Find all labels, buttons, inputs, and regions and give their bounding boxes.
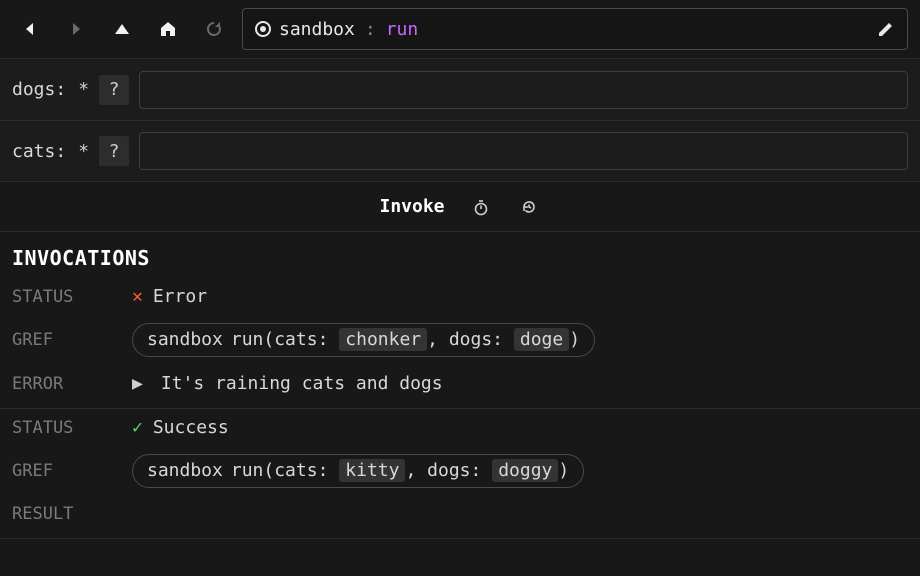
gref-arg-name: cats bbox=[274, 329, 317, 350]
gref-func: run bbox=[231, 460, 264, 481]
param-input-cats[interactable] bbox=[139, 132, 908, 170]
gref-func: run bbox=[231, 329, 264, 350]
forward-icon bbox=[69, 22, 83, 36]
refresh-icon bbox=[205, 20, 223, 38]
gref-pill[interactable]: sandbox run(cats: kitty, dogs: doggy) bbox=[132, 454, 584, 488]
status-text: Success bbox=[153, 417, 229, 438]
invoke-bar: Invoke bbox=[0, 182, 920, 232]
required-marker: * bbox=[78, 141, 89, 162]
address-command: run bbox=[386, 19, 419, 40]
gref-arg-name: cats bbox=[274, 460, 317, 481]
param-input-dogs[interactable] bbox=[139, 71, 908, 109]
gref-arg-value: doge bbox=[514, 328, 569, 351]
param-row-dogs: dogs: * ? bbox=[0, 58, 920, 120]
home-button[interactable] bbox=[150, 11, 186, 47]
address-namespace: sandbox bbox=[279, 19, 355, 40]
invocation-item: STATUS ✓ Success GREF sandbox run(cats: … bbox=[0, 409, 920, 539]
param-label: cats: bbox=[12, 141, 66, 162]
invocations-title: INVOCATIONS bbox=[0, 232, 920, 278]
required-marker: * bbox=[78, 79, 89, 100]
error-icon: ✕ bbox=[132, 286, 143, 307]
status-row: STATUS ✕ Error bbox=[0, 278, 920, 315]
gref-arg-value: chonker bbox=[339, 328, 427, 351]
detail-label: RESULT bbox=[12, 504, 124, 524]
error-text: It's raining cats and dogs bbox=[161, 373, 443, 394]
gref-arg-value: kitty bbox=[339, 459, 405, 482]
history-icon bbox=[520, 198, 538, 216]
param-label: dogs: bbox=[12, 79, 66, 100]
address-sep: : bbox=[365, 19, 376, 40]
gref-arg-value: doggy bbox=[492, 459, 558, 482]
gref-row: GREF sandbox run(cats: chonker, dogs: do… bbox=[0, 315, 920, 365]
status-label: STATUS bbox=[12, 418, 124, 438]
gref-namespace: sandbox bbox=[147, 329, 223, 350]
history-button[interactable] bbox=[517, 195, 541, 219]
help-button[interactable]: ? bbox=[99, 75, 129, 105]
status-label: STATUS bbox=[12, 287, 124, 307]
gref-arg-name: dogs bbox=[427, 460, 470, 481]
gref-label: GREF bbox=[12, 461, 124, 481]
invocation-item: STATUS ✕ Error GREF sandbox run(cats: ch… bbox=[0, 278, 920, 409]
help-button[interactable]: ? bbox=[99, 136, 129, 166]
target-icon bbox=[255, 21, 271, 37]
stopwatch-icon bbox=[472, 198, 490, 216]
result-row: RESULT bbox=[0, 496, 920, 532]
expand-toggle[interactable]: ▶ bbox=[132, 373, 143, 394]
gref-pill[interactable]: sandbox run(cats: chonker, dogs: doge) bbox=[132, 323, 595, 357]
error-row: ERROR ▶ It's raining cats and dogs bbox=[0, 365, 920, 402]
status-text: Error bbox=[153, 286, 207, 307]
status-row: STATUS ✓ Success bbox=[0, 409, 920, 446]
toolbar: sandbox : run bbox=[0, 0, 920, 58]
address-bar[interactable]: sandbox : run bbox=[242, 8, 908, 50]
gref-row: GREF sandbox run(cats: kitty, dogs: dogg… bbox=[0, 446, 920, 496]
param-row-cats: cats: * ? bbox=[0, 120, 920, 182]
forward-button[interactable] bbox=[58, 11, 94, 47]
gref-label: GREF bbox=[12, 330, 124, 350]
invoke-button[interactable]: Invoke bbox=[379, 196, 444, 217]
edit-button[interactable] bbox=[877, 20, 895, 38]
success-icon: ✓ bbox=[132, 417, 143, 438]
home-icon bbox=[159, 20, 177, 38]
params: dogs: * ? cats: * ? bbox=[0, 58, 920, 182]
detail-label: ERROR bbox=[12, 374, 124, 394]
up-button[interactable] bbox=[104, 11, 140, 47]
refresh-button[interactable] bbox=[196, 11, 232, 47]
pencil-icon bbox=[877, 20, 895, 38]
back-icon bbox=[23, 22, 37, 36]
gref-arg-name: dogs bbox=[449, 329, 492, 350]
gref-namespace: sandbox bbox=[147, 460, 223, 481]
back-button[interactable] bbox=[12, 11, 48, 47]
up-icon bbox=[114, 22, 130, 36]
timer-button[interactable] bbox=[469, 195, 493, 219]
